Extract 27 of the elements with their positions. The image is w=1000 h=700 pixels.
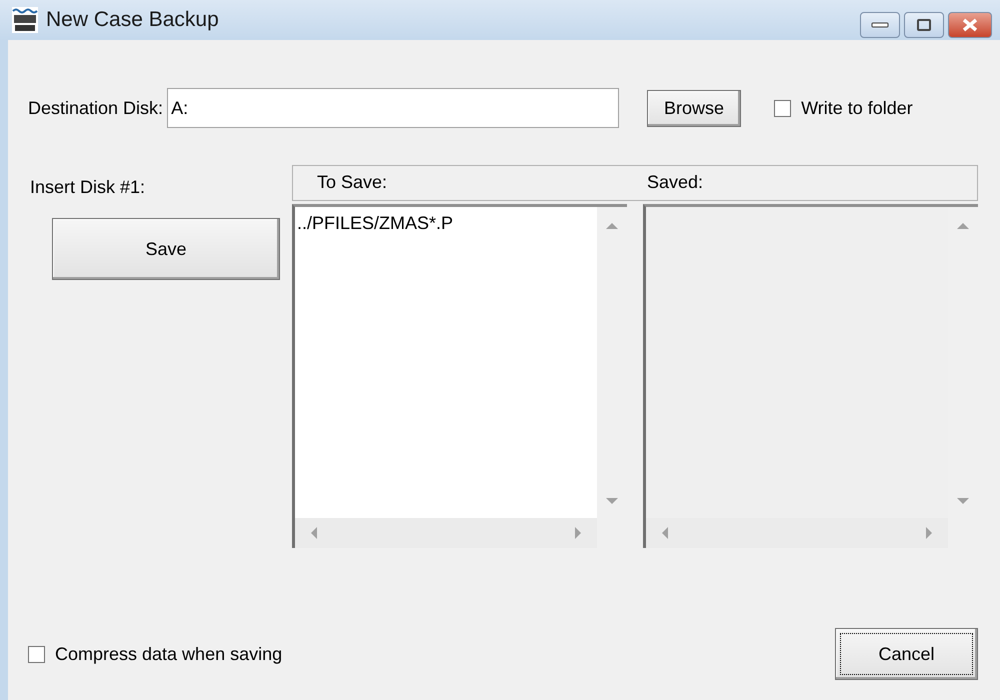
horizontal-scrollbar[interactable] xyxy=(295,518,597,548)
checkbox-label: Compress data when saving xyxy=(55,644,282,664)
scroll-right-icon[interactable] xyxy=(573,527,583,539)
scroll-left-icon[interactable] xyxy=(309,527,319,539)
column-header: To Save: xyxy=(316,171,388,194)
save-button[interactable]: Save xyxy=(52,218,280,280)
close-icon xyxy=(962,18,978,32)
destination-field[interactable]: A: xyxy=(167,88,620,128)
window-title: New Case Backup xyxy=(46,8,220,32)
minimize-icon xyxy=(871,22,889,28)
scroll-up-icon[interactable] xyxy=(606,221,618,231)
browse-button[interactable]: Browse xyxy=(647,90,742,126)
minimize-button[interactable] xyxy=(860,12,900,38)
scroll-down-icon[interactable] xyxy=(606,496,618,506)
checkbox[interactable] xyxy=(774,100,792,116)
checkbox[interactable] xyxy=(28,646,45,662)
app-logo-icon xyxy=(12,7,38,33)
checkbox-label: Write to folder xyxy=(801,98,913,118)
field-label: Destination Disk: xyxy=(28,98,164,118)
close-button[interactable] xyxy=(948,12,992,38)
insert-disk-label: Insert Disk #1: xyxy=(30,177,146,198)
maximize-button[interactable] xyxy=(904,12,944,38)
list-item[interactable]: ../PFILES/ZMAS*.P xyxy=(297,213,595,234)
cancel-button[interactable]: Cancel xyxy=(835,628,978,680)
file-list[interactable]: ../PFILES/ZMAS*.P xyxy=(292,204,627,548)
column-header: Saved: xyxy=(646,171,704,194)
maximize-icon xyxy=(917,19,931,31)
